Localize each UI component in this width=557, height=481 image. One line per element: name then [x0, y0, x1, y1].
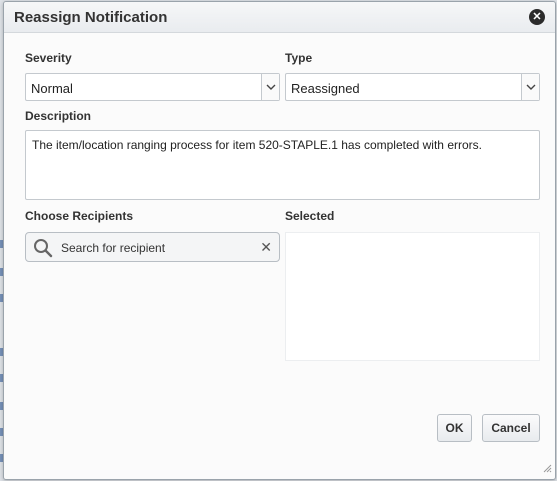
close-icon[interactable]: ✕ [529, 9, 545, 25]
ok-button[interactable]: OK [437, 414, 472, 442]
type-value: Reassigned [291, 81, 360, 96]
selected-label: Selected [285, 209, 335, 223]
type-label: Type [285, 51, 313, 65]
dialog-titlebar: Reassign Notification ✕ [4, 2, 555, 33]
selected-recipients-list[interactable] [285, 232, 540, 361]
reassign-notification-dialog: Reassign Notification ✕ Severity Normal … [3, 1, 556, 480]
dialog-title: Reassign Notification [14, 9, 168, 26]
severity-value: Normal [31, 81, 73, 96]
resize-handle-icon[interactable] [542, 462, 552, 476]
severity-label: Severity [25, 51, 72, 65]
description-label: Description [25, 109, 92, 123]
chevron-down-icon[interactable] [261, 74, 279, 100]
search-icon [33, 238, 53, 261]
search-placeholder: Search for recipient [61, 241, 166, 255]
description-field[interactable]: The item/location ranging process for it… [25, 130, 540, 200]
cancel-button[interactable]: Cancel [482, 414, 540, 442]
recipient-search-input[interactable]: Search for recipient ✕ [25, 232, 280, 262]
choose-recipients-label: Choose Recipients [25, 209, 134, 223]
clear-icon[interactable]: ✕ [260, 239, 272, 256]
chevron-down-icon[interactable] [521, 74, 539, 100]
type-select[interactable]: Reassigned [285, 73, 540, 101]
severity-select[interactable]: Normal [25, 73, 280, 101]
